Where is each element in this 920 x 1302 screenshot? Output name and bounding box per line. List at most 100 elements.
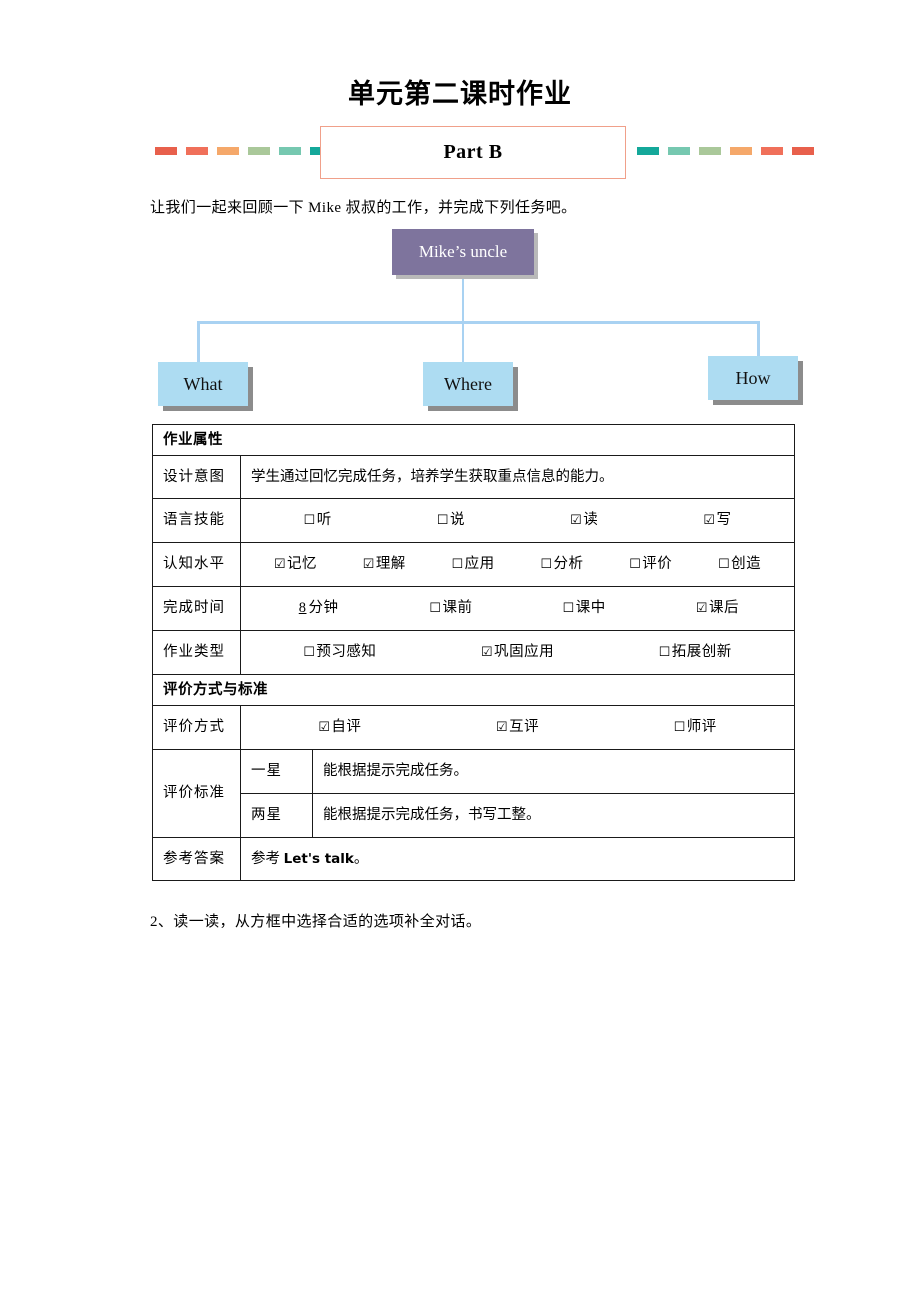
checkbox-teacher-eval-icon[interactable]: ☐ — [674, 720, 686, 735]
checkbox-preview-icon[interactable]: ☐ — [303, 645, 315, 660]
option-teacher-eval[interactable]: ☐师评 — [606, 717, 784, 737]
connector-horizontal-bar — [197, 321, 759, 324]
decorative-dashes-left — [155, 147, 332, 155]
completion-time-duration[interactable]: 8 分钟 — [251, 598, 384, 618]
checkbox-read-icon[interactable]: ☑ — [570, 513, 582, 528]
part-label: Part B — [443, 141, 503, 163]
option-create[interactable]: ☐创造 — [695, 554, 784, 574]
decorative-dash-2 — [699, 147, 721, 155]
option-evaluate[interactable]: ☐评价 — [606, 554, 695, 574]
option-analyze[interactable]: ☐分析 — [517, 554, 606, 574]
option-listen[interactable]: ☐听 — [251, 510, 384, 530]
criteria-one-star-level: 一星 — [240, 749, 313, 794]
table-row-reference-answer: 参考答案 参考 Let's talk。 — [152, 837, 795, 881]
diagram-node-what: What — [158, 362, 248, 406]
label-language-skills: 语言技能 — [152, 498, 241, 543]
table-row-homework-type: 作业类型 ☐预习感知 ☑巩固应用 ☐拓展创新 — [152, 630, 795, 675]
criteria-two-star-text: 能根据提示完成任务，书写工整。 — [312, 793, 795, 838]
option-group-homework-type: ☐预习感知 ☑巩固应用 ☐拓展创新 — [251, 631, 784, 674]
checkbox-during-class-icon[interactable]: ☐ — [563, 601, 575, 616]
option-memory[interactable]: ☑记忆 — [251, 554, 340, 574]
section-title-evaluation: 评价方式与标准 — [152, 674, 795, 706]
mind-map-diagram: Mike’s uncle What Where How — [140, 225, 820, 415]
option-during-class-label: 课中 — [575, 600, 606, 617]
checkbox-analyze-icon[interactable]: ☐ — [540, 557, 552, 572]
option-listen-label: 听 — [316, 512, 332, 529]
decorative-dash-4 — [761, 147, 783, 155]
option-read[interactable]: ☑读 — [518, 510, 651, 530]
table-row-design-intent: 设计意图 学生通过回忆完成任务，培养学生获取重点信息的能力。 — [152, 455, 795, 499]
decorative-dash-3 — [248, 147, 270, 155]
options-cognitive-level: ☑记忆 ☑理解 ☐应用 ☐分析 ☐评价 ☐创造 — [240, 542, 795, 587]
checkbox-self-eval-icon[interactable]: ☑ — [318, 720, 330, 735]
option-expand-label: 拓展创新 — [671, 644, 732, 661]
option-self-eval[interactable]: ☑自评 — [251, 717, 429, 737]
page-title: 单元第二课时作业 — [348, 79, 572, 109]
checkbox-after-class-icon[interactable]: ☑ — [696, 601, 708, 616]
label-cognitive-level: 认知水平 — [152, 542, 241, 587]
decorative-dash-0 — [155, 147, 177, 155]
diagram-node-where-label: Where — [444, 373, 492, 394]
option-before-class[interactable]: ☐课前 — [384, 598, 517, 618]
label-reference-answer: 参考答案 — [152, 837, 241, 881]
diagram-node-what-label: What — [183, 373, 223, 394]
reference-answer-prefix: 参考 — [251, 850, 284, 867]
option-preview-label: 预习感知 — [316, 644, 377, 661]
label-homework-type: 作业类型 — [152, 630, 241, 675]
value-design-intent: 学生通过回忆完成任务，培养学生获取重点信息的能力。 — [240, 455, 795, 499]
diagram-node-how-label: How — [735, 367, 771, 388]
bottom-instruction-text: 2、读一读，从方框中选择合适的选项补全对话。 — [150, 914, 482, 930]
option-consolidate-label: 巩固应用 — [494, 644, 555, 661]
decorative-dash-3 — [730, 147, 752, 155]
criteria-one-star-text: 能根据提示完成任务。 — [312, 749, 795, 794]
checkbox-create-icon[interactable]: ☐ — [718, 557, 730, 572]
completion-time-value[interactable]: 8 — [297, 600, 309, 616]
option-peer-eval-label: 互评 — [509, 719, 540, 736]
option-apply-label: 应用 — [464, 556, 495, 573]
option-during-class[interactable]: ☐课中 — [518, 598, 651, 618]
option-understand-label: 理解 — [375, 556, 406, 573]
checkbox-before-class-icon[interactable]: ☐ — [429, 601, 441, 616]
reference-answer-suffix: 。 — [353, 850, 369, 867]
option-memory-label: 记忆 — [286, 556, 317, 573]
option-peer-eval[interactable]: ☑互评 — [429, 717, 607, 737]
option-speak[interactable]: ☐说 — [384, 510, 517, 530]
option-group-completion-time: 8 分钟 ☐课前 ☐课中 ☑课后 — [251, 587, 784, 630]
checkbox-consolidate-icon[interactable]: ☑ — [481, 645, 493, 660]
table-row-eval-method: 评价方式 ☑自评 ☑互评 ☐师评 — [152, 705, 795, 750]
option-group-eval-method: ☑自评 ☑互评 ☐师评 — [251, 706, 784, 749]
option-understand[interactable]: ☑理解 — [340, 554, 429, 574]
table-row-completion-time: 完成时间 8 分钟 ☐课前 ☐课中 ☑课后 — [152, 586, 795, 631]
decorative-dashes-right — [637, 147, 814, 155]
option-consolidate[interactable]: ☑巩固应用 — [429, 642, 607, 662]
criteria-two-star-level: 两星 — [240, 793, 313, 838]
checkbox-peer-eval-icon[interactable]: ☑ — [496, 720, 508, 735]
checkbox-evaluate-icon[interactable]: ☐ — [629, 557, 641, 572]
option-apply[interactable]: ☐应用 — [429, 554, 518, 574]
checkbox-memory-icon[interactable]: ☑ — [274, 557, 286, 572]
decorative-dash-0 — [637, 147, 659, 155]
table-row-section-evaluation: 评价方式与标准 — [152, 674, 795, 706]
option-group-language-skills: ☐听 ☐说 ☑读 ☑写 — [251, 499, 784, 542]
diagram-node-how: How — [708, 356, 798, 400]
option-write[interactable]: ☑写 — [651, 510, 784, 530]
label-design-intent: 设计意图 — [152, 455, 241, 499]
connector-branch-right — [757, 321, 760, 358]
option-after-class[interactable]: ☑课后 — [651, 598, 784, 618]
checkbox-speak-icon[interactable]: ☐ — [437, 513, 449, 528]
option-expand[interactable]: ☐拓展创新 — [606, 642, 784, 662]
document-page: 单元第二课时作业 Part B 让我们一起来回顾一下 Mike 叔叔的工作，并完… — [0, 0, 920, 1302]
checkbox-apply-icon[interactable]: ☐ — [451, 557, 463, 572]
checkbox-expand-icon[interactable]: ☐ — [659, 645, 671, 660]
option-preview[interactable]: ☐预习感知 — [251, 642, 429, 662]
options-eval-method: ☑自评 ☑互评 ☐师评 — [240, 705, 795, 750]
checkbox-listen-icon[interactable]: ☐ — [304, 513, 316, 528]
checkbox-understand-icon[interactable]: ☑ — [363, 557, 375, 572]
decorative-dash-4 — [279, 147, 301, 155]
option-read-label: 读 — [583, 512, 599, 529]
option-before-class-label: 课前 — [442, 600, 473, 617]
connector-branch-middle — [462, 321, 464, 364]
checkbox-write-icon[interactable]: ☑ — [703, 513, 715, 528]
table-row-section-attributes: 作业属性 — [152, 424, 795, 456]
option-teacher-eval-label: 师评 — [686, 719, 717, 736]
